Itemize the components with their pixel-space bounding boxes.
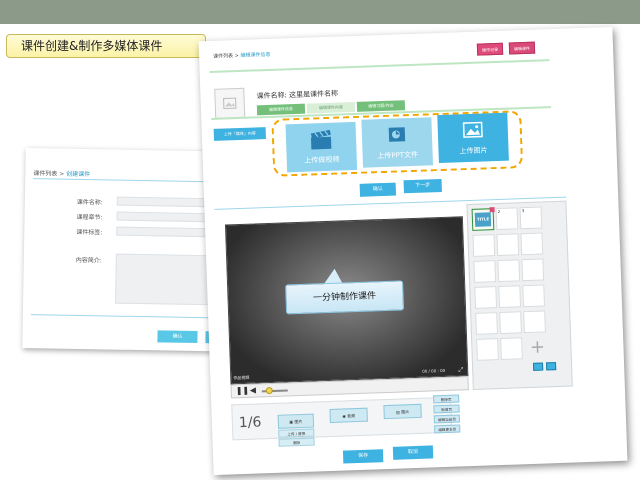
upload-ppt-tile[interactable]: 上传PPT文件 <box>361 117 434 168</box>
page-slot[interactable] <box>498 285 522 309</box>
pause-icon[interactable]: ❚❚ <box>236 386 250 395</box>
grid-view-icon[interactable] <box>532 362 544 371</box>
insert-image-label: 图片 <box>294 418 303 425</box>
history-button[interactable]: 操作记录 <box>476 42 504 56</box>
name-label: 课件名称: <box>76 198 103 207</box>
delete-page-button[interactable]: 删除页 <box>433 394 460 404</box>
page-slot[interactable] <box>476 338 499 361</box>
breadcrumb-current: 编辑课件信息 <box>240 51 271 59</box>
intro-label: 内容简介: <box>75 256 102 265</box>
page-slot[interactable] <box>475 312 498 335</box>
insert-picture-label: 图片 <box>401 409 410 415</box>
delete-button[interactable]: 删除 <box>278 437 315 447</box>
page-indicator: 1/6 <box>238 414 262 432</box>
close-icon[interactable] <box>489 207 495 213</box>
cancel-button[interactable]: 取消 <box>392 445 434 460</box>
upload-image-label: 上传图片 <box>459 146 488 156</box>
page-slot[interactable] <box>500 337 523 361</box>
edit-more-pages-button[interactable]: 编辑更多页 <box>434 424 461 434</box>
insert-audio-button[interactable]: ◉ 音频 <box>329 407 368 424</box>
tab-edit-content[interactable]: 编辑课件内容 <box>306 101 356 114</box>
one-minute-callout: 一分钟制作课件 <box>285 280 405 315</box>
header-divider <box>209 59 550 73</box>
slide-title-callout: 课件创建&制作多媒体课件 <box>6 34 206 58</box>
ppt-icon <box>388 127 406 142</box>
tags-label: 课件标签: <box>76 228 103 237</box>
page-thumbnail[interactable]: 2 <box>495 207 519 231</box>
upload-image-tile[interactable]: 上传图片 <box>437 112 509 164</box>
upload-video-label: 上传做视频 <box>304 155 340 165</box>
volume-icon[interactable]: ◀ <box>250 386 256 395</box>
page-thumbnail[interactable]: TITLE <box>471 207 495 231</box>
add-page-button[interactable]: 新增页 <box>433 404 460 414</box>
list-view-icon[interactable] <box>545 362 557 371</box>
chapter-label: 课程章节: <box>76 213 103 222</box>
confirm-button[interactable]: 确认 <box>157 330 198 344</box>
page-slot[interactable] <box>474 286 498 309</box>
video-time: 00 / 00 : 00 <box>422 367 446 374</box>
page-thumbnail-grid: TITLE 2 3 + <box>466 200 573 390</box>
breadcrumb-separator: > <box>59 170 65 178</box>
edit-current-page-button[interactable]: 编辑当前页 <box>433 414 461 424</box>
upload-ppt-label: 上传PPT文件 <box>377 150 419 161</box>
tab-edit-exercise[interactable]: 编辑习题/作业 <box>356 100 406 112</box>
fullscreen-icon[interactable]: ⤢ <box>458 366 463 374</box>
page-slot[interactable] <box>522 284 546 308</box>
slide-header-bar <box>0 0 640 24</box>
upload-media-button[interactable]: 上传「媒体」内容 <box>213 127 267 141</box>
insert-audio-label: 音频 <box>347 413 356 419</box>
image-icon <box>462 121 483 138</box>
next-step-button[interactable]: 下一步 <box>403 178 442 194</box>
course-title: 课件名称: 这里是课件名称 <box>256 89 339 101</box>
tab-edit-info[interactable]: 编辑课件信息 <box>256 103 306 116</box>
clapperboard-icon <box>310 129 332 150</box>
breadcrumb-list-link[interactable]: 课件列表 <box>33 170 57 177</box>
page-number: 3 <box>521 208 525 214</box>
breadcrumb-list-link[interactable]: 课件列表 <box>213 53 233 60</box>
insert-picture-button[interactable]: ▤ 图片 <box>383 403 422 420</box>
page-slot[interactable] <box>497 259 521 283</box>
save-button[interactable]: 保存 <box>342 449 384 464</box>
breadcrumb: 课件列表 > 创建课件 <box>33 168 90 178</box>
breadcrumb-current: 创建课件 <box>66 170 91 179</box>
page-number: 2 <box>497 208 501 215</box>
page-slot[interactable] <box>521 258 545 282</box>
add-page-icon[interactable]: + <box>526 336 549 359</box>
edit-course-button[interactable]: 编辑课件 <box>508 41 536 55</box>
course-editor-card: 课件列表 > 编辑课件信息 操作记录 编辑课件 课件名称: 这里是课件名称 编辑… <box>198 26 628 476</box>
breadcrumb: 课件列表 > 编辑课件信息 <box>213 51 271 60</box>
upload-video-tile[interactable]: 上传做视频 <box>285 121 358 173</box>
image-placeholder-icon <box>223 97 237 110</box>
page-slot[interactable] <box>472 234 496 257</box>
page-slot[interactable] <box>499 311 522 335</box>
page-thumbnail[interactable]: 3 <box>519 206 543 230</box>
page-slot[interactable] <box>473 260 497 283</box>
upload-replace-button[interactable]: 上传 / 替换 <box>278 428 315 438</box>
volume-slider-knob[interactable] <box>265 386 273 395</box>
video-caption: 作品视频 <box>233 374 250 381</box>
page-slot[interactable] <box>523 310 546 334</box>
page-slot[interactable] <box>496 233 520 257</box>
insert-image-button[interactable]: ▣ 图片 <box>277 413 315 429</box>
course-thumbnail[interactable] <box>214 87 246 119</box>
breadcrumb-separator: > <box>234 52 240 60</box>
confirm-button[interactable]: 确认 <box>359 182 397 197</box>
thumbnail-title: TITLE <box>476 216 490 222</box>
page-slot[interactable] <box>520 232 544 256</box>
